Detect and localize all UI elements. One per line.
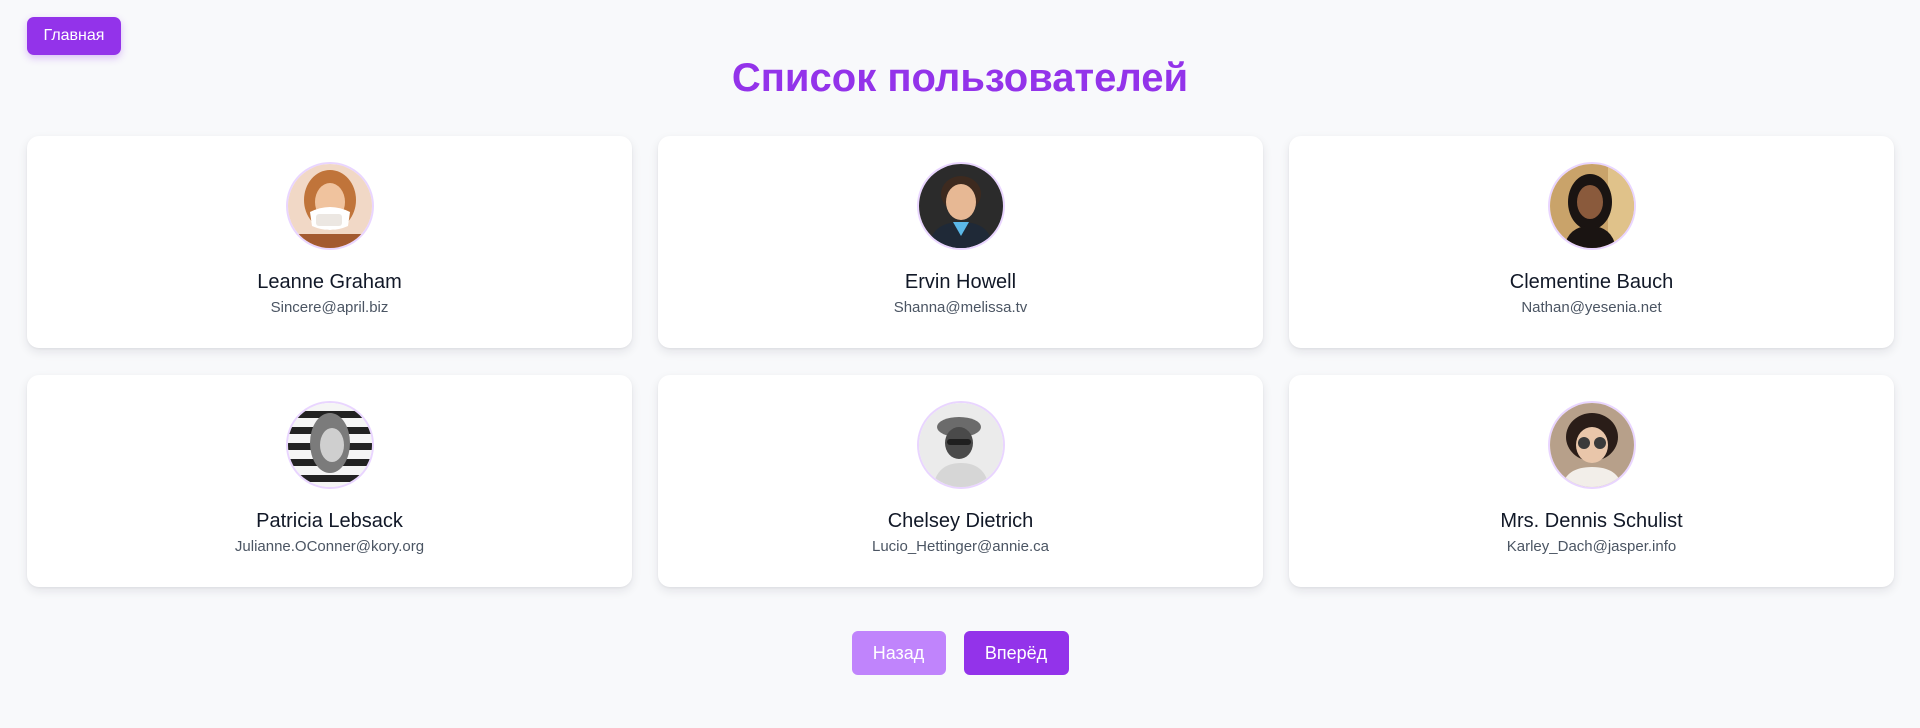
user-email: Karley_Dach@jasper.info: [1506, 538, 1677, 555]
user-card[interactable]: Clementine Bauch Nathan@yesenia.net: [1289, 136, 1894, 348]
pagination: Назад Вперёд: [0, 631, 1920, 675]
user-email: Julianne.OConner@kory.org: [234, 538, 425, 555]
user-grid: Leanne Graham Sincere@april.biz Ervin Ho…: [27, 136, 1894, 587]
next-page-button[interactable]: Вперёд: [963, 631, 1069, 675]
page: Главная Список пользователей Leanne Grah…: [0, 0, 1920, 728]
prev-page-button[interactable]: Назад: [851, 631, 946, 675]
user-card[interactable]: Patricia Lebsack Julianne.OConner@kory.o…: [27, 375, 632, 587]
user-email: Lucio_Hettinger@annie.ca: [871, 538, 1049, 555]
user-card[interactable]: Chelsey Dietrich Lucio_Hettinger@annie.c…: [658, 375, 1263, 587]
user-card[interactable]: Leanne Graham Sincere@april.biz: [27, 136, 632, 348]
avatar: [916, 401, 1005, 489]
user-name: Chelsey Dietrich: [887, 510, 1034, 532]
avatar: [285, 162, 374, 250]
page-title: Список пользователей: [731, 56, 1189, 100]
user-card[interactable]: Mrs. Dennis Schulist Karley_Dach@jasper.…: [1289, 375, 1894, 587]
user-card[interactable]: Ervin Howell Shanna@melissa.tv: [658, 136, 1263, 348]
avatar: [916, 162, 1005, 250]
avatar: [1547, 162, 1636, 250]
avatar: [285, 401, 374, 489]
user-name: Patricia Lebsack: [256, 510, 403, 532]
user-email: Shanna@melissa.tv: [893, 299, 1028, 316]
user-name: Clementine Bauch: [1509, 271, 1674, 293]
user-email: Nathan@yesenia.net: [1521, 299, 1662, 316]
user-name: Ervin Howell: [904, 271, 1017, 293]
user-name: Mrs. Dennis Schulist: [1500, 510, 1683, 532]
user-name: Leanne Graham: [257, 271, 402, 293]
user-email: Sincere@april.biz: [270, 299, 389, 316]
avatar: [1547, 401, 1636, 489]
